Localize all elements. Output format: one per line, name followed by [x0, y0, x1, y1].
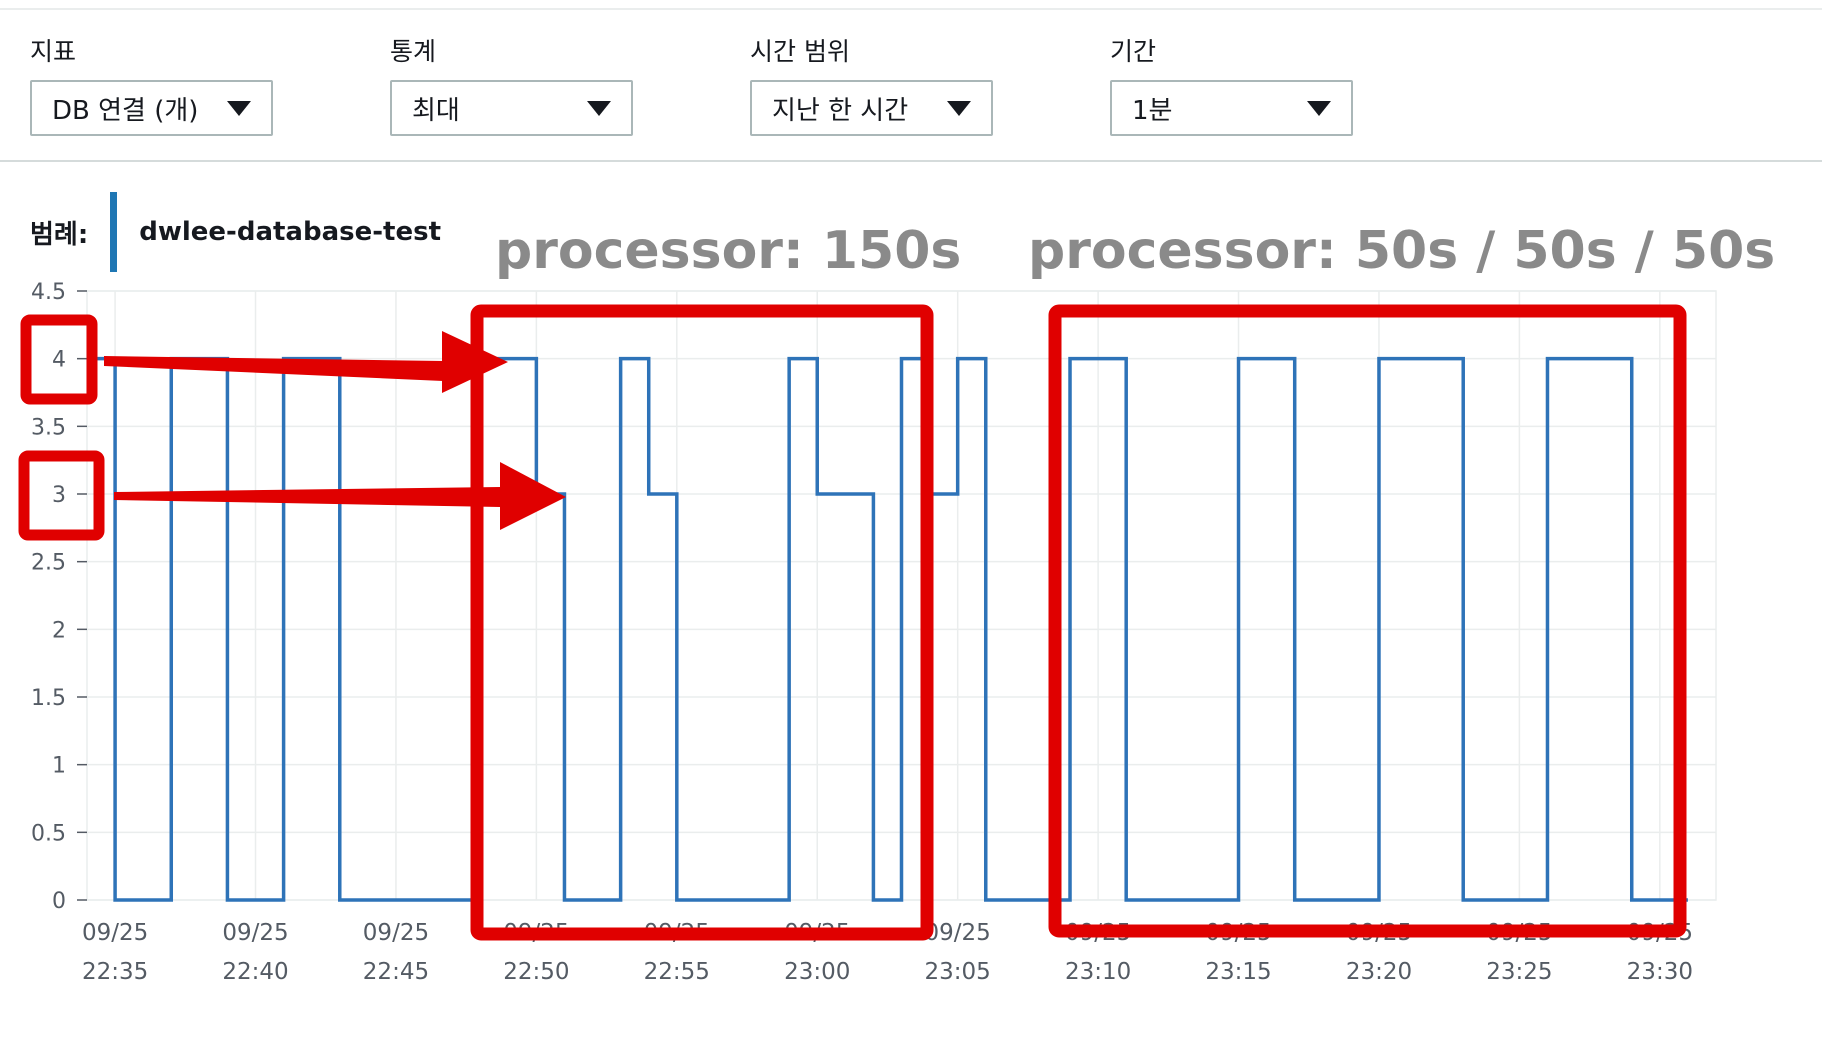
y-tick-label: 3: [52, 483, 66, 508]
x-tick-time-label: 23:00: [784, 959, 850, 985]
data-point: [1126, 900, 1127, 901]
data-point: [1687, 900, 1688, 901]
x-tick-time-label: 23:15: [1205, 959, 1271, 985]
data-point: [564, 900, 565, 901]
data-point: [1547, 358, 1548, 359]
y-tick-label: 0.5: [31, 821, 66, 846]
x-tick-time-label: 23:05: [925, 959, 991, 985]
data-point: [1463, 900, 1464, 901]
data-point: [648, 494, 649, 495]
x-tick-time-label: 22:50: [503, 959, 569, 985]
x-tick-time-label: 22:40: [222, 959, 288, 985]
data-point: [1631, 900, 1632, 901]
arrow-shaft-to-4: [104, 356, 443, 381]
data-point: [620, 358, 621, 359]
data-point: [227, 900, 228, 901]
data-point: [817, 494, 818, 495]
data-point: [957, 358, 958, 359]
data-point: [1294, 900, 1295, 901]
y-tick-label: 1: [52, 754, 66, 779]
highlight-box-150s: [470, 304, 934, 941]
y-tick-label: 4: [52, 348, 66, 373]
x-tick-date-label: 09/25: [222, 920, 288, 946]
data-point: [985, 900, 986, 901]
y-tick-label: 2.5: [31, 551, 66, 576]
x-tick-date-label: 09/25: [82, 920, 148, 946]
y-tick-label: 0: [52, 889, 66, 914]
y-tick-label: 4.5: [31, 280, 66, 305]
data-point: [873, 900, 874, 901]
x-tick-time-label: 22:35: [82, 959, 148, 985]
data-point: [789, 358, 790, 359]
x-tick-date-label: 09/25: [363, 920, 429, 946]
x-tick-time-label: 23:30: [1627, 959, 1693, 985]
y-axis: 0 0.5 1 1.5 2 2.5 3 3.5 4 4.5: [31, 280, 87, 914]
y-tick-label: 2: [52, 618, 66, 643]
arrow-head-to-3: [500, 462, 566, 530]
annotation-title-right: processor: 50s / 50s / 50s: [1028, 221, 1775, 281]
annotation-overlay: processor: 150s processor: 50s / 50s / 50…: [18, 220, 1776, 941]
x-tick-time-label: 23:20: [1346, 959, 1412, 985]
highlight-box-50s: [1048, 304, 1687, 938]
y-tick-label: 3.5: [31, 415, 66, 440]
data-point: [115, 900, 116, 901]
x-tick-date-label: 09/25: [925, 920, 991, 946]
data-point: [1070, 358, 1071, 359]
x-tick-time-label: 23:10: [1065, 959, 1131, 985]
data-point: [1378, 358, 1379, 359]
x-tick-time-label: 22:55: [644, 959, 710, 985]
annotation-title-left: processor: 150s: [495, 221, 961, 281]
data-point: [339, 900, 340, 901]
data-point: [1238, 358, 1239, 359]
x-tick-time-label: 23:25: [1486, 959, 1552, 985]
y-tick-label: 1.5: [31, 686, 66, 711]
data-point: [901, 358, 902, 359]
data-point: [676, 900, 677, 901]
x-tick-time-label: 22:45: [363, 959, 429, 985]
chart: 0 0.5 1 1.5 2 2.5 3 3.5 4 4.5 09/25 22:35 09/25 22:4…: [18, 220, 1776, 985]
